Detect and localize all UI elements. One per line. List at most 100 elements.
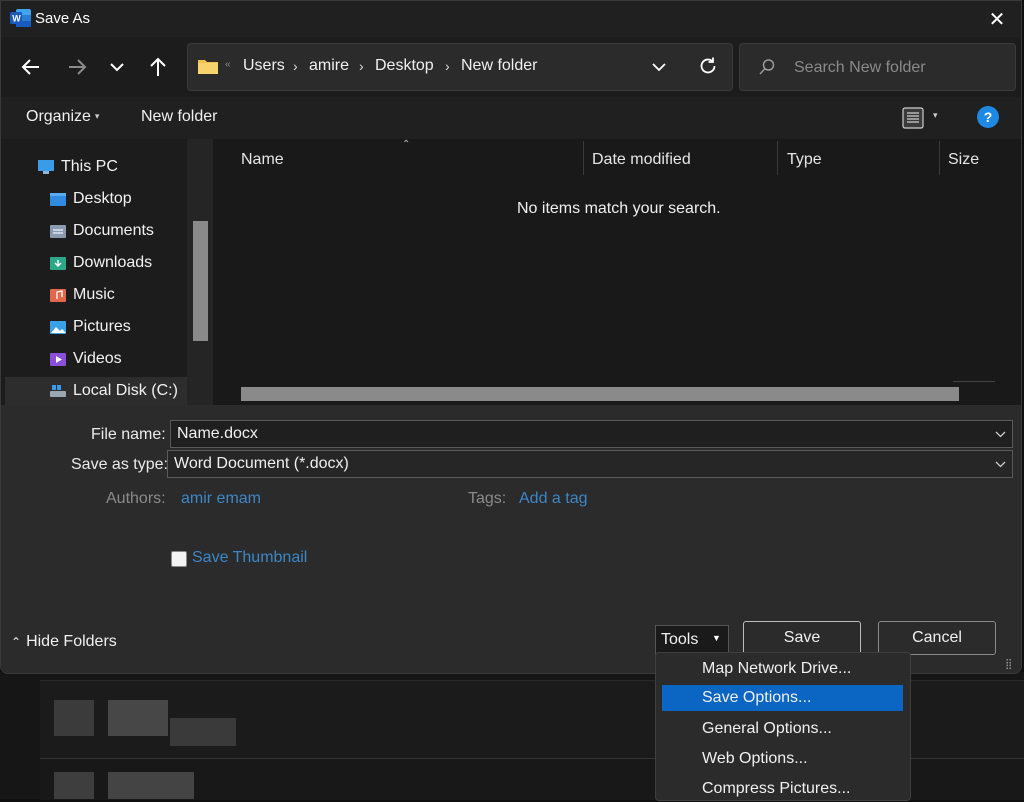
navigation-pane: This PC Desktop Documents Downloads Musi…: [1, 139, 213, 405]
breadcrumb-users[interactable]: Users: [243, 57, 285, 75]
sidebar-item-pictures[interactable]: Pictures: [49, 313, 187, 341]
svg-text:W: W: [12, 14, 21, 24]
horizontal-scrollbar-thumb[interactable]: [241, 387, 959, 401]
sidebar-item-videos[interactable]: Videos: [49, 345, 187, 373]
word-icon: W: [10, 9, 31, 27]
save-as-type-select[interactable]: Word Document (*.docx): [167, 450, 1013, 478]
music-folder-icon: [50, 289, 66, 302]
cancel-button[interactable]: Cancel: [878, 621, 996, 655]
sidebar-item-label: Local Disk (C:): [73, 382, 178, 399]
chevron-right-icon[interactable]: ›: [359, 58, 364, 74]
sidebar-item-label: Desktop: [73, 190, 132, 207]
command-toolbar: Organize ▾ New folder ▾ ?: [1, 97, 1021, 139]
tags-label: Tags:: [468, 490, 507, 507]
tools-menu: Map Network Drive... Save Options... Gen…: [655, 652, 911, 801]
column-divider[interactable]: [939, 141, 940, 175]
save-button[interactable]: Save: [743, 621, 861, 655]
menu-item-general-options[interactable]: General Options...: [662, 716, 903, 742]
save-thumbnail-label[interactable]: Save Thumbnail: [192, 549, 307, 567]
breadcrumb-amire[interactable]: amire: [309, 57, 349, 75]
dropdown-caret-icon: ▼: [712, 633, 721, 643]
menu-item-web-options[interactable]: Web Options...: [662, 746, 903, 772]
save-as-type-value: Word Document (*.docx): [174, 455, 349, 472]
local-disk-icon: [50, 385, 66, 397]
up-button[interactable]: [140, 47, 176, 87]
desktop-folder-icon: [50, 193, 66, 206]
resize-grip-icon[interactable]: ⣿: [1005, 659, 1012, 670]
sidebar-item-this-pc[interactable]: This PC: [37, 153, 187, 181]
menu-item-save-options[interactable]: Save Options...: [662, 685, 903, 711]
breadcrumb-desktop[interactable]: Desktop: [375, 57, 434, 75]
title-bar: W Save As ✕: [1, 1, 1021, 37]
forward-button[interactable]: [59, 47, 95, 87]
address-bar[interactable]: « Users › amire › Desktop › New folder: [187, 43, 733, 91]
sidebar-item-documents[interactable]: Documents: [49, 217, 187, 245]
sort-ascending-icon: ⌃: [402, 139, 411, 150]
save-thumbnail-checkbox[interactable]: [171, 551, 187, 567]
search-input[interactable]: [792, 56, 1006, 80]
window-title: Save As: [35, 10, 91, 27]
refresh-icon[interactable]: [698, 56, 718, 76]
blurred-thumbnail: [54, 772, 94, 799]
hide-folders-label: Hide Folders: [26, 633, 117, 650]
sidebar-item-label: Pictures: [73, 318, 131, 335]
chevron-right-icon[interactable]: ›: [445, 58, 450, 74]
chevron-up-icon: ⌃: [11, 635, 22, 649]
column-header-size[interactable]: Size: [948, 151, 979, 169]
sidebar-item-label: This PC: [61, 158, 118, 175]
file-name-value: Name.docx: [177, 425, 258, 442]
sidebar-item-desktop[interactable]: Desktop: [49, 185, 187, 213]
arrow-right-icon: [69, 59, 87, 75]
tools-dropdown-button[interactable]: Tools ▼: [655, 625, 729, 655]
column-header-date-modified[interactable]: Date modified: [592, 151, 691, 169]
sidebar-item-local-disk[interactable]: Local Disk (C:): [5, 377, 187, 405]
sidebar-item-label: Documents: [73, 222, 154, 239]
sidebar-item-label: Videos: [73, 350, 122, 367]
view-options-caret-icon[interactable]: ▾: [933, 110, 938, 121]
search-box: [739, 43, 1016, 91]
recent-locations-button[interactable]: [99, 47, 135, 87]
pictures-folder-icon: [50, 321, 66, 334]
empty-folder-message: No items match your search.: [517, 200, 721, 217]
arrow-left-icon: [21, 59, 39, 75]
organize-button[interactable]: Organize ▾: [26, 108, 99, 126]
tools-label: Tools: [661, 631, 699, 648]
divider: [953, 381, 995, 382]
blurred-thumbnail: [108, 700, 168, 736]
back-button[interactable]: [13, 47, 49, 87]
column-divider[interactable]: [777, 141, 778, 175]
chevron-down-icon: [110, 63, 124, 72]
sidebar-item-label: Downloads: [73, 254, 153, 271]
column-header-name[interactable]: Name: [241, 151, 284, 169]
menu-item-map-network-drive[interactable]: Map Network Drive...: [662, 656, 903, 682]
file-name-input[interactable]: Name.docx: [170, 420, 1013, 448]
authors-link[interactable]: amir emam: [181, 490, 261, 508]
close-icon[interactable]: ✕: [981, 3, 1013, 35]
organize-label: Organize: [26, 108, 91, 125]
sidebar-scrollbar-thumb[interactable]: [193, 221, 208, 341]
new-folder-button[interactable]: New folder: [141, 108, 217, 126]
column-divider[interactable]: [583, 141, 584, 175]
blurred-thumbnail: [108, 772, 194, 799]
add-tag-link[interactable]: Add a tag: [519, 490, 588, 508]
chevron-right-icon[interactable]: ›: [293, 58, 298, 74]
save-as-type-label: Save as type:: [71, 456, 168, 473]
chevron-down-icon[interactable]: [995, 461, 1006, 468]
menu-item-compress-pictures[interactable]: Compress Pictures...: [662, 776, 903, 802]
breadcrumb-new-folder[interactable]: New folder: [461, 57, 537, 75]
sidebar-item-label: Music: [73, 286, 115, 303]
sidebar-item-music[interactable]: Music: [49, 281, 187, 309]
downloads-folder-icon: [50, 257, 66, 270]
arrow-up-icon: [150, 57, 166, 76]
blurred-thumbnail: [54, 700, 94, 736]
column-header-type[interactable]: Type: [787, 151, 822, 169]
help-icon[interactable]: ?: [977, 106, 999, 128]
overflow-chevron-icon: «: [225, 59, 231, 70]
chevron-down-icon[interactable]: [995, 431, 1006, 438]
authors-label: Authors:: [106, 490, 166, 507]
address-history-chevron-icon[interactable]: [652, 62, 666, 72]
sidebar-item-downloads[interactable]: Downloads: [49, 249, 187, 277]
hide-folders-button[interactable]: ⌃ Hide Folders: [11, 633, 117, 651]
view-details-icon[interactable]: [902, 107, 924, 129]
dropdown-caret-icon: ▾: [94, 111, 100, 122]
